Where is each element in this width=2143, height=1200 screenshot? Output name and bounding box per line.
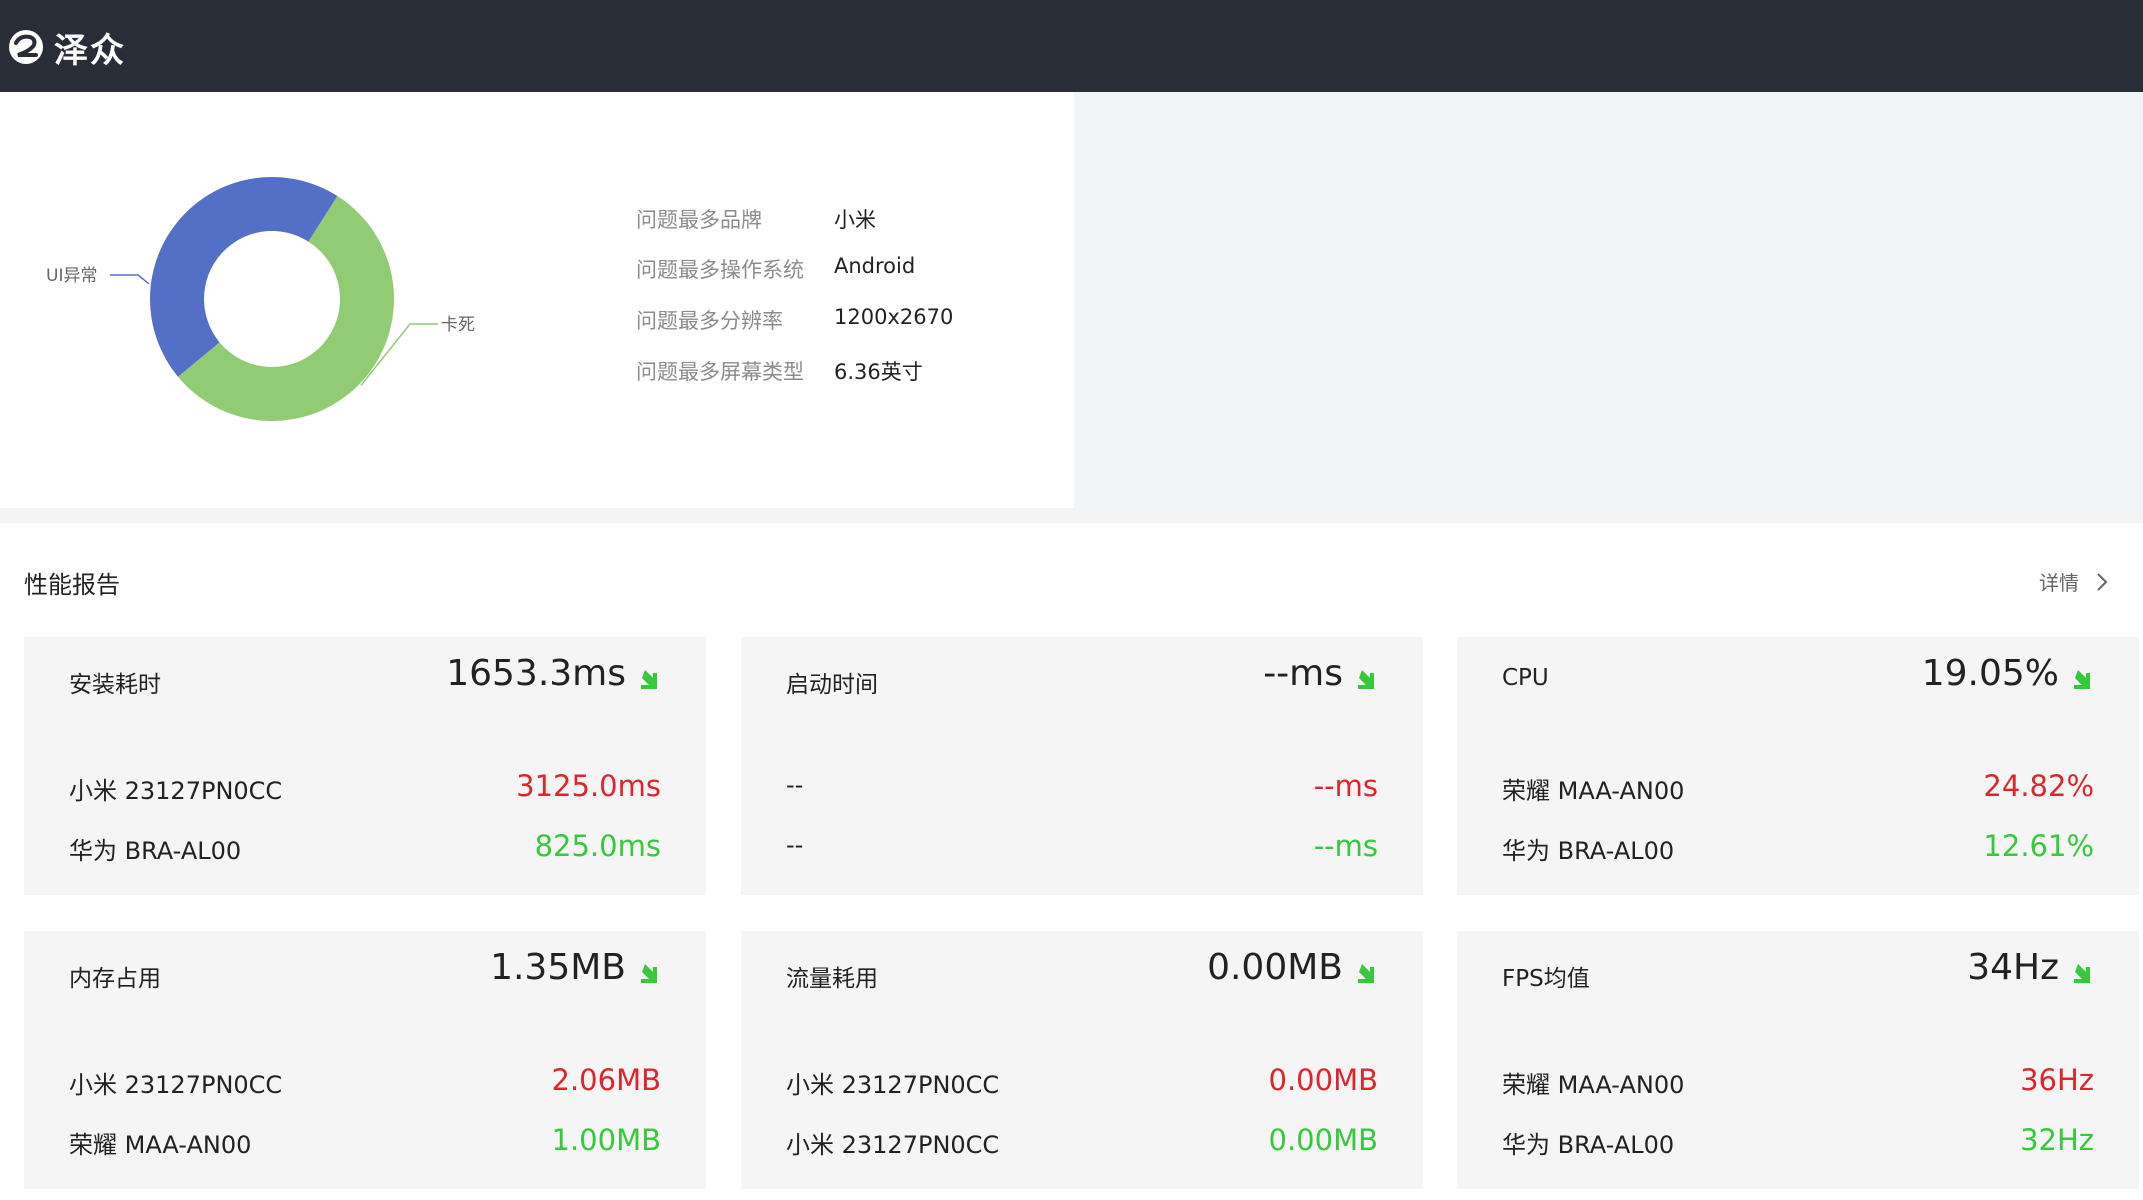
- card-title: 流量耗用: [786, 966, 878, 992]
- card-title: FPS均值: [1502, 966, 1590, 992]
- row-label: 小米 23127PN0CC: [69, 777, 283, 805]
- card-row-max: 荣耀 MAA-AN00 24.82%: [1502, 769, 2094, 807]
- row-label: --: [786, 771, 804, 799]
- arrow-down-icon: [2074, 670, 2090, 689]
- row-value-min: 0.00MB: [1268, 1123, 1379, 1157]
- perf-card-fps[interactable]: FPS均值 34Hz 荣耀 MAA-AN00 36Hz 华为 BRA-AL00 …: [1457, 931, 2139, 1189]
- arrow-down-icon: [641, 964, 657, 983]
- chevron-right-icon: [2097, 572, 2108, 591]
- detail-label: 详情: [2039, 571, 2079, 595]
- row-value-max: 36Hz: [2020, 1063, 2094, 1097]
- card-title: 内存占用: [69, 966, 161, 992]
- row-value-min: 12.61%: [1983, 829, 2094, 863]
- card-title: 安装耗时: [69, 672, 161, 698]
- row-label: 小米 23127PN0CC: [786, 1071, 1000, 1099]
- card-title: 启动时间: [786, 672, 878, 698]
- row-value-max: 0.00MB: [1268, 1063, 1379, 1097]
- stat-row-brand: 问题最多品牌 小米: [636, 204, 1076, 234]
- card-main-value: 1653.3ms: [446, 653, 626, 694]
- row-value-max: --ms: [1313, 769, 1378, 803]
- stat-label: 问题最多分辨率: [636, 309, 783, 333]
- stat-label: 问题最多操作系统: [636, 258, 804, 282]
- stat-label: 问题最多品牌: [636, 208, 762, 232]
- row-value-max: 2.06MB: [551, 1063, 662, 1097]
- row-label: 华为 BRA-AL00: [69, 837, 242, 865]
- donut-slice-1[interactable]: [150, 177, 338, 377]
- arrow-down-icon: [1358, 670, 1374, 689]
- card-row-min: 华为 BRA-AL00 12.61%: [1502, 829, 2094, 867]
- performance-report: 性能报告 详情 安装耗时 1653.3ms 小米 23127PN0CC 3125…: [0, 523, 2143, 1200]
- stat-row-screen: 问题最多屏幕类型 6.36英寸: [636, 356, 1076, 386]
- card-row-min: 小米 23127PN0CC 0.00MB: [786, 1123, 1379, 1161]
- card-row-min: 华为 BRA-AL00 825.0ms: [69, 829, 661, 867]
- stat-label: 问题最多屏幕类型: [636, 360, 804, 384]
- card-main-value: 19.05%: [1921, 653, 2059, 694]
- arrow-down-icon: [2074, 964, 2090, 983]
- logo[interactable]: 泽众: [8, 24, 126, 71]
- section-title: 性能报告: [24, 571, 120, 599]
- detail-link[interactable]: 详情: [2039, 567, 2109, 596]
- arrow-down-icon: [1358, 964, 1374, 983]
- card-row-max: 小米 23127PN0CC 0.00MB: [786, 1063, 1379, 1101]
- top-bar: 泽众: [0, 0, 2143, 92]
- row-value-min: 32Hz: [2020, 1123, 2094, 1157]
- perf-card-traffic[interactable]: 流量耗用 0.00MB 小米 23127PN0CC 0.00MB 小米 2312…: [741, 931, 1423, 1189]
- row-label: --: [786, 831, 804, 859]
- card-title: CPU: [1502, 665, 1549, 691]
- row-label: 小米 23127PN0CC: [69, 1071, 283, 1099]
- donut-label-kasi: 卡死: [441, 315, 475, 335]
- row-label: 小米 23127PN0CC: [786, 1131, 1000, 1159]
- logo-text: 泽众: [54, 30, 126, 71]
- stat-value: Android: [834, 254, 916, 278]
- arrow-down-icon: [641, 670, 657, 689]
- issue-type-donut-chart: 卡死 UI异常: [0, 92, 560, 508]
- card-main-value: 1.35MB: [490, 947, 626, 988]
- donut-leader-line-1: [110, 274, 150, 285]
- row-value-max: 24.82%: [1983, 769, 2094, 803]
- card-row-max: 小米 23127PN0CC 2.06MB: [69, 1063, 662, 1101]
- card-main-value: 34Hz: [1967, 947, 2059, 988]
- perf-card-startup-time[interactable]: 启动时间 --ms -- --ms -- --ms: [741, 637, 1423, 895]
- stat-row-resolution: 问题最多分辨率 1200x2670: [636, 305, 1076, 335]
- card-main-value: --ms: [1263, 653, 1343, 694]
- stat-value: 小米: [834, 208, 876, 232]
- row-value-min: 825.0ms: [534, 829, 661, 863]
- card-main-value: 0.00MB: [1207, 947, 1343, 988]
- row-value-min: --ms: [1313, 829, 1378, 863]
- row-label: 华为 BRA-AL00: [1502, 837, 1675, 865]
- row-label: 荣耀 MAA-AN00: [1502, 1071, 1685, 1099]
- perf-card-memory[interactable]: 内存占用 1.35MB 小米 23127PN0CC 2.06MB 荣耀 MAA-…: [24, 931, 706, 1189]
- donut-label-ui-exception: UI异常: [46, 266, 98, 286]
- row-value-max: 3125.0ms: [516, 769, 661, 803]
- stat-value: 6.36英寸: [834, 360, 923, 384]
- issue-overview-panel: 卡死 UI异常 问题最多品牌 小米 问题最多操作系统 Android 问题最多分…: [0, 92, 1074, 508]
- stat-row-os: 问题最多操作系统 Android: [636, 254, 1076, 284]
- row-label: 荣耀 MAA-AN00: [69, 1131, 252, 1159]
- zezhong-logo-icon: [9, 30, 43, 64]
- card-row-min: -- --ms: [786, 829, 1378, 867]
- row-value-min: 1.00MB: [551, 1123, 662, 1157]
- row-label: 华为 BRA-AL00: [1502, 1131, 1675, 1159]
- card-row-min: 华为 BRA-AL00 32Hz: [1502, 1123, 2094, 1161]
- card-row-max: -- --ms: [786, 769, 1378, 807]
- card-row-max: 荣耀 MAA-AN00 36Hz: [1502, 1063, 2094, 1101]
- card-row-max: 小米 23127PN0CC 3125.0ms: [69, 769, 661, 807]
- card-row-min: 荣耀 MAA-AN00 1.00MB: [69, 1123, 662, 1161]
- stat-value: 1200x2670: [834, 305, 954, 329]
- perf-card-install-time[interactable]: 安装耗时 1653.3ms 小米 23127PN0CC 3125.0ms 华为 …: [24, 637, 706, 895]
- donut-svg: [110, 177, 438, 422]
- perf-card-cpu[interactable]: CPU 19.05% 荣耀 MAA-AN00 24.82% 华为 BRA-AL0…: [1457, 637, 2139, 895]
- row-label: 荣耀 MAA-AN00: [1502, 777, 1685, 805]
